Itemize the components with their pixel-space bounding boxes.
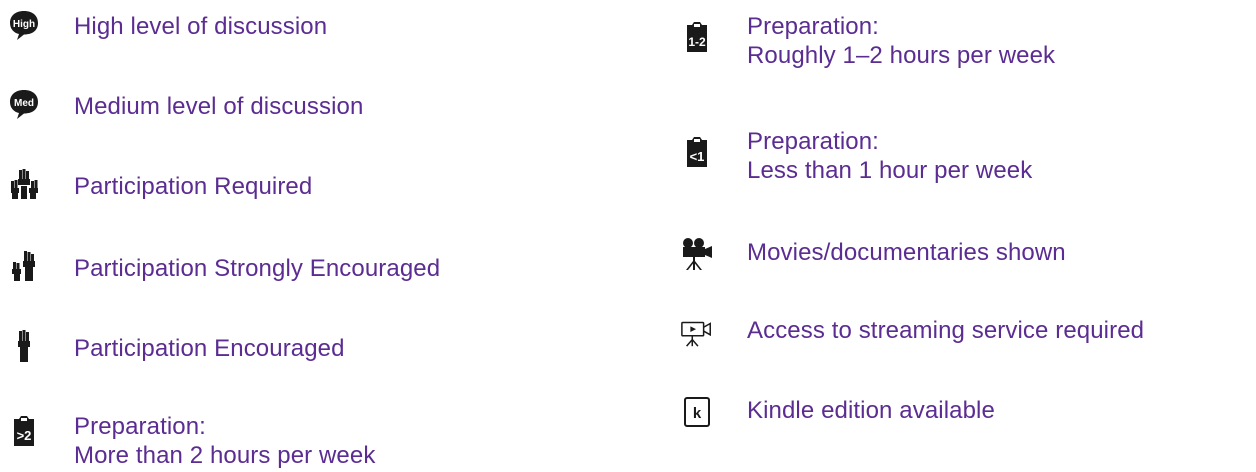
preparation-more-than-2-label: Preparation: More than 2 hours per week: [74, 412, 375, 470]
legend: High High level of discussion Med Medium…: [0, 0, 1256, 472]
participation-required-label: Participation Required: [74, 173, 313, 200]
streaming-label: Access to streaming service required: [747, 317, 1145, 344]
preparation-detail: Less than 1 hour per week: [747, 157, 1033, 184]
participation-required-hands-icon: [7, 167, 41, 201]
preparation-heading: Preparation:: [74, 413, 206, 440]
movies-label: Movies/documentaries shown: [747, 239, 1066, 266]
less-than-1-badge-text: <1: [690, 149, 705, 164]
participation-encouraged-hand-icon: [7, 329, 41, 363]
streaming-camera-icon: [680, 315, 714, 349]
kindle-label: Kindle edition available: [747, 397, 995, 424]
medium-discussion-label: Medium level of discussion: [74, 93, 364, 120]
1-2-badge-text: 1-2: [688, 35, 706, 49]
preparation-1-2-label: Preparation: Roughly 1–2 hours per week: [747, 12, 1055, 70]
participation-encouraged-label: Participation Encouraged: [74, 335, 345, 362]
participation-strongly-encouraged-label: Participation Strongly Encouraged: [74, 255, 441, 282]
preparation-detail: Roughly 1–2 hours per week: [747, 42, 1056, 69]
preparation-detail: More than 2 hours per week: [74, 442, 376, 469]
more-than-2-badge-text: >2: [17, 428, 32, 443]
med-badge-text: Med: [14, 98, 34, 109]
preparation-less-than-1-label: Preparation: Less than 1 hour per week: [747, 127, 1032, 185]
participation-strongly-encouraged-hands-icon: [7, 249, 41, 283]
medium-discussion-bubble-icon: Med: [7, 87, 41, 121]
preparation-heading: Preparation:: [747, 128, 879, 155]
clipboard-1-2-icon: 1-2: [680, 20, 714, 54]
high-discussion-bubble-icon: High: [7, 8, 41, 42]
high-badge-text: High: [13, 19, 35, 30]
kindle-icon: k: [680, 395, 714, 429]
kindle-badge-text: k: [693, 405, 702, 422]
preparation-heading: Preparation:: [747, 13, 879, 40]
movie-camera-icon: [680, 237, 714, 271]
clipboard-less-than-1-icon: <1: [680, 135, 714, 169]
high-discussion-label: High level of discussion: [74, 13, 328, 40]
clipboard-more-than-2-icon: >2: [7, 414, 41, 448]
